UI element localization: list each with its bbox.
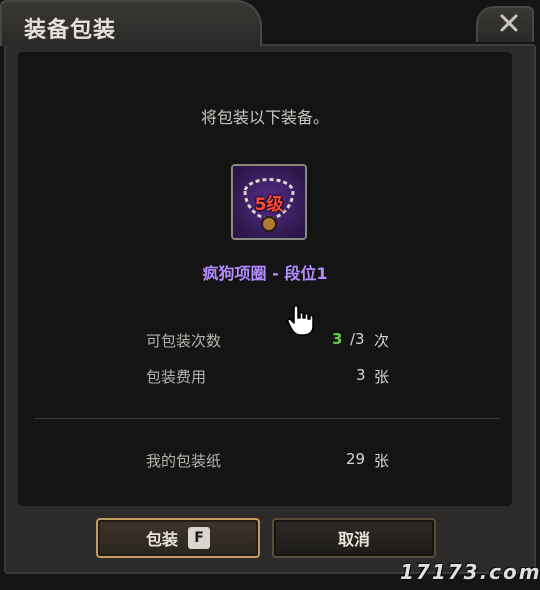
title-tab: 装备包装 <box>0 0 262 46</box>
owned-wrap-label: 我的包装纸 <box>146 452 222 470</box>
window-title: 装备包装 <box>24 18 117 43</box>
cancel-button[interactable]: 取消 <box>272 518 436 558</box>
divider <box>34 418 500 419</box>
item-name: 疯狗项圈 - 段位1 <box>202 264 328 283</box>
pack-equipment-window: 装备包装 将包装以下装备。 5级 疯狗项圈 - 段位1 可包装次数 3 /3 次… <box>0 0 540 590</box>
pack-count-max: /3 <box>350 330 365 348</box>
close-button[interactable] <box>476 6 534 42</box>
cancel-button-label: 取消 <box>337 530 370 549</box>
site-watermark: 17173.com <box>400 560 540 584</box>
prompt-text: 将包装以下装备。 <box>200 108 329 127</box>
hand-cursor-icon <box>287 305 314 336</box>
pack-count-current: 3 <box>332 330 343 348</box>
pack-cost-unit: 张 <box>374 368 390 386</box>
pack-count-label: 可包装次数 <box>146 332 222 350</box>
item-slot[interactable]: 5级 <box>231 164 307 240</box>
close-icon <box>500 14 518 32</box>
pack-cost-label: 包装费用 <box>146 368 207 386</box>
owned-wrap-value: 29 <box>346 450 366 468</box>
pack-cost-value: 3 <box>356 366 366 384</box>
pack-count-unit: 次 <box>374 332 390 350</box>
pack-button[interactable]: 包装 F <box>96 518 260 558</box>
owned-wrap-unit: 张 <box>374 452 390 470</box>
pack-button-label: 包装 <box>145 530 178 549</box>
hotkey-badge: F <box>188 527 210 549</box>
item-level-label: 5级 <box>254 195 284 215</box>
content-panel: 将包装以下装备。 5级 疯狗项圈 - 段位1 可包装次数 3 /3 次 包装费用… <box>16 50 514 508</box>
